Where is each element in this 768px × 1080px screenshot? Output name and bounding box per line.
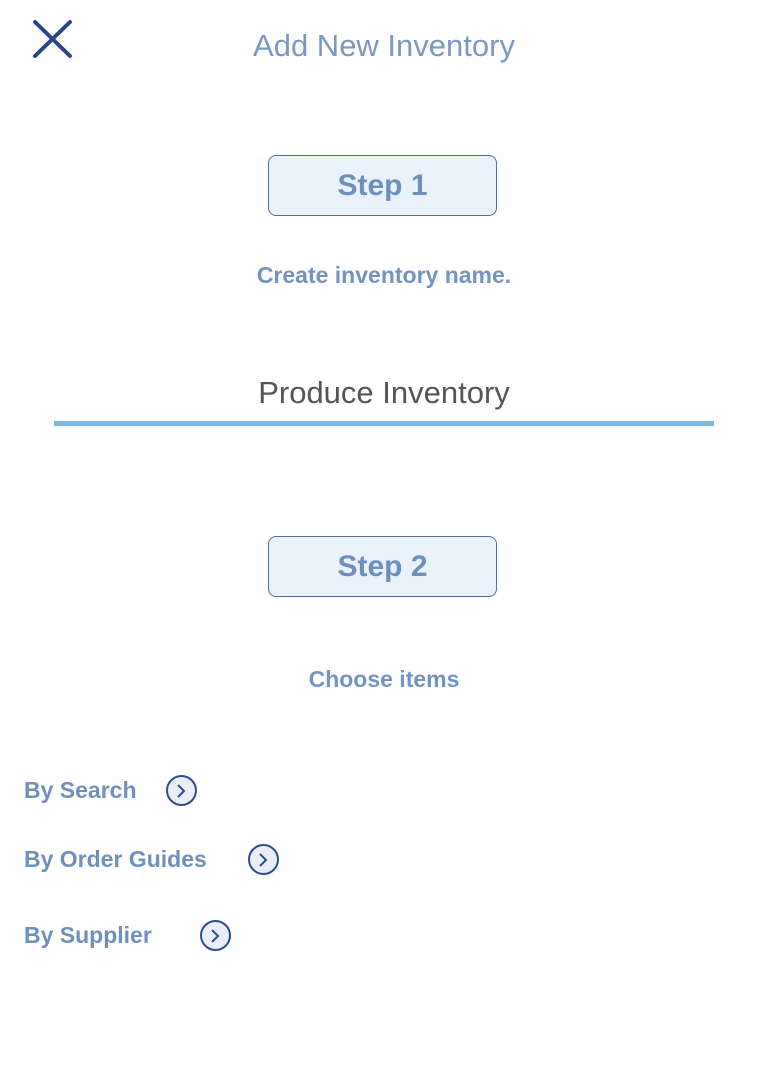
step-1-badge: Step 1 [268, 155, 497, 216]
option-label: By Order Guides [24, 846, 207, 872]
step-2-badge: Step 2 [268, 536, 497, 597]
option-by-search[interactable]: By Search [24, 775, 197, 806]
step-1-caption: Create inventory name. [256, 262, 512, 288]
chevron-right-circle-icon[interactable] [199, 920, 231, 951]
option-label: By Supplier [24, 922, 152, 948]
chevron-right-circle-icon[interactable] [247, 844, 279, 875]
option-by-order-guides[interactable]: By Order Guides [24, 844, 279, 875]
inventory-name-input[interactable] [54, 368, 714, 418]
chevron-right-circle-icon[interactable] [165, 775, 197, 806]
page-title-text: Add New Inventory [253, 28, 515, 63]
option-by-supplier[interactable]: By Supplier [24, 920, 231, 951]
input-underline [54, 421, 714, 426]
option-label: By Search [24, 777, 137, 803]
step-2-caption: Choose items [308, 666, 460, 692]
page-title: Add New Inventory [0, 28, 768, 64]
